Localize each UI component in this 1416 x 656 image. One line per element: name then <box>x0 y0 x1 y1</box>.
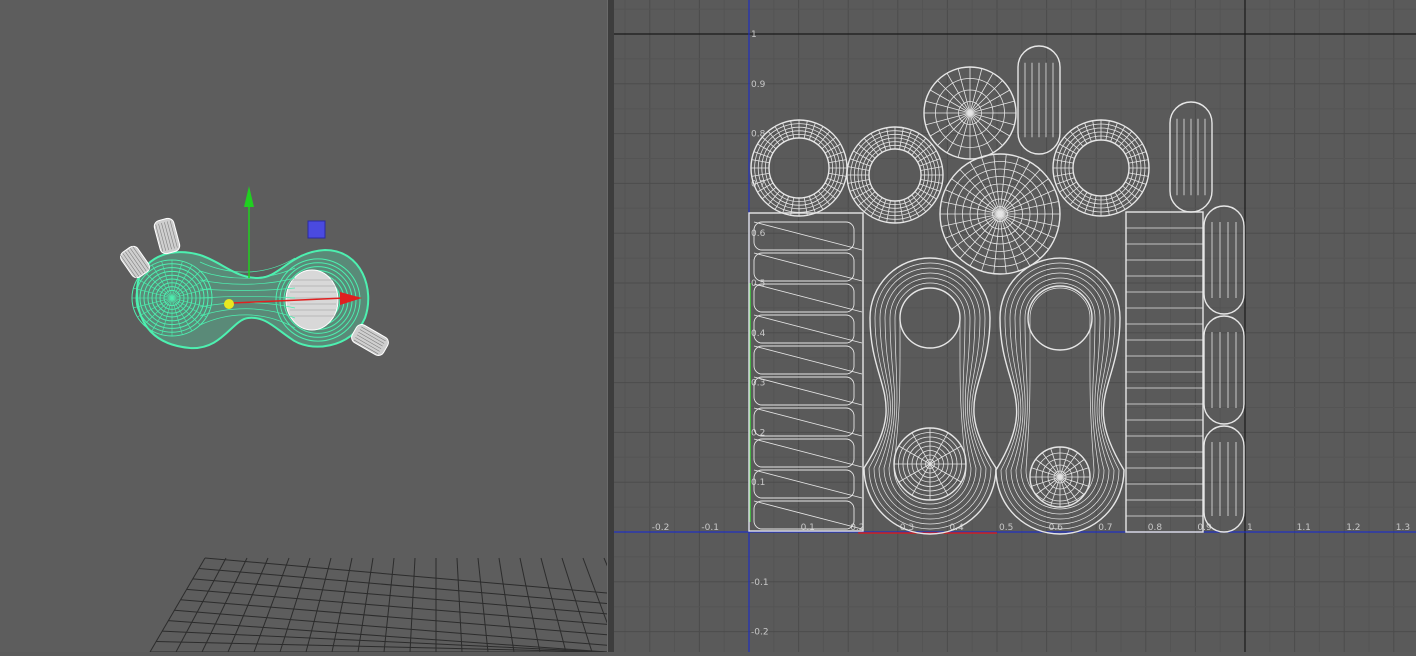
maya-workspace: -0.2 -0.1 0.1 0.2 0.3 0.4 0.5 0.6 0.7 0.8 0.9 1 1.1 1… <box>0 0 1416 653</box>
uv-capsule-5[interactable] <box>1203 425 1245 533</box>
manip-pivot[interactable] <box>224 299 234 309</box>
v-tick-label: 0.6 <box>751 229 766 239</box>
v-tick-label: 0.4 <box>751 329 766 339</box>
uv-disc-top[interactable] <box>923 66 1017 160</box>
uv-capsule-1[interactable] <box>1017 45 1061 155</box>
uv-disc-inner[interactable] <box>893 427 967 501</box>
uv-canvas[interactable]: -0.2 -0.1 0.1 0.2 0.3 0.4 0.5 0.6 0.7 0.8 0.9 1 1.1 1… <box>599 0 1416 652</box>
v-tick-label: 0.1 <box>751 478 765 488</box>
v-tick-label: -0.1 <box>751 578 769 588</box>
uv-strip-zigzag[interactable] <box>748 212 864 532</box>
manip-y-arrow[interactable] <box>244 186 254 207</box>
uv-strip-lines[interactable] <box>1125 211 1204 533</box>
uv-capsule-3[interactable] <box>1203 205 1245 315</box>
perspective-viewport[interactable] <box>0 0 671 653</box>
u-tick-label: -0.1 <box>701 523 719 533</box>
ground-grid <box>149 557 671 653</box>
v-tick-label: -0.2 <box>751 628 769 638</box>
uv-capsule-2[interactable] <box>1169 101 1213 213</box>
u-tick-label: 1.2 <box>1346 523 1360 533</box>
v-tick-label: 0.9 <box>751 80 766 90</box>
v-tick-label: 0.3 <box>751 379 765 389</box>
uv-editor[interactable]: -0.2 -0.1 0.1 0.2 0.3 0.4 0.5 0.6 0.7 0.8 0.9 1 1.1 1… <box>599 0 1416 652</box>
u-tick-label: 1.3 <box>1396 523 1410 533</box>
pin-top-left-b[interactable] <box>153 217 181 255</box>
viewport-canvas[interactable] <box>0 0 671 653</box>
panel-splitter[interactable] <box>607 0 614 652</box>
v-tick-label: 1 <box>751 30 757 40</box>
u-tick-label: 1 <box>1247 523 1253 533</box>
u-tick-label: 0.7 <box>1098 523 1112 533</box>
uv-disc-mid[interactable] <box>939 153 1061 275</box>
u-tick-label: -0.2 <box>652 523 670 533</box>
v-tick-label: 0.2 <box>751 428 765 438</box>
uv-ring-3[interactable] <box>1052 119 1150 217</box>
manip-z-handle[interactable] <box>307 220 326 239</box>
uv-disc-small[interactable] <box>1029 446 1091 508</box>
u-tick-label: 0.5 <box>999 523 1013 533</box>
uv-ring-2[interactable] <box>846 126 944 224</box>
u-tick-label: 1.1 <box>1297 523 1311 533</box>
